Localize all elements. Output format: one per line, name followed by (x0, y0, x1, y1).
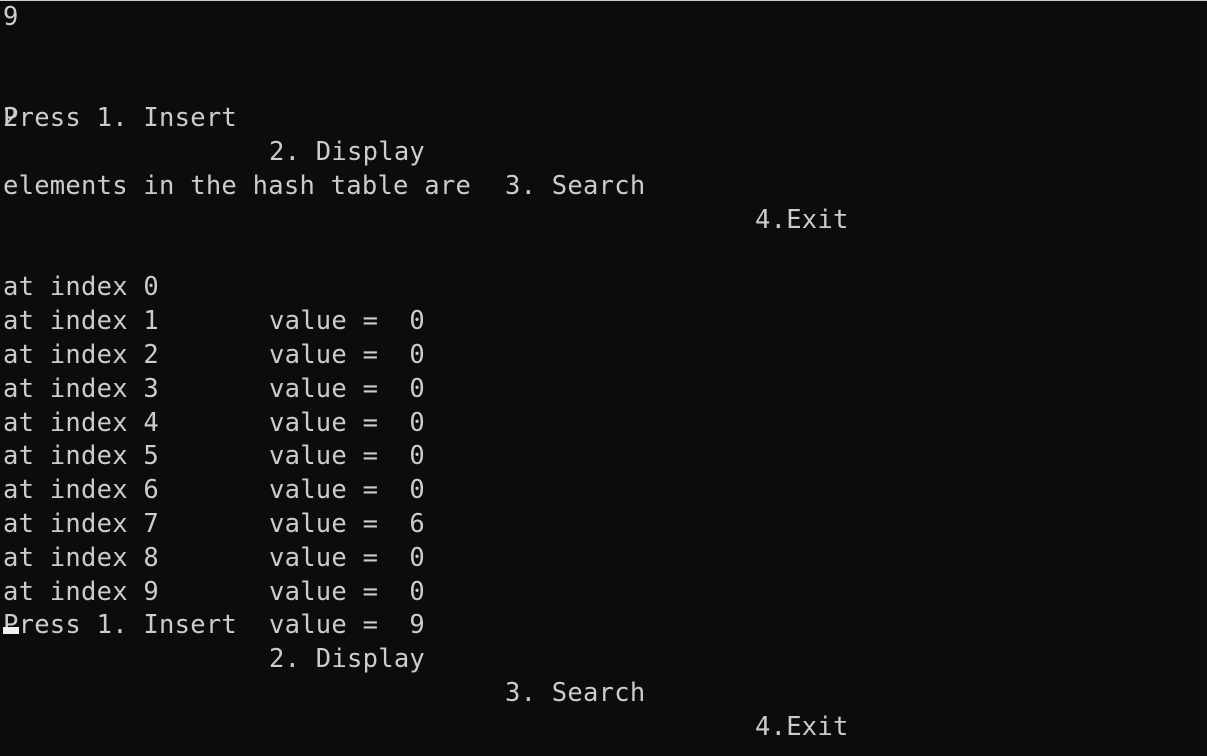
menu-exit-option: 4.Exit (755, 204, 849, 235)
menu-prompt: Press 1. Insert 2. Display 3. Search 4.E… (3, 69, 1207, 234)
menu-prompt: Press 1. Insert 2. Display 3. Search 4.E… (3, 576, 1207, 741)
menu-search-option: 3. Search (505, 677, 646, 708)
output-line: 9 (3, 2, 19, 32)
hash-table-row: at index 8 value = 0 (3, 508, 1207, 607)
hash-table-row: at index 4 value = 0 (3, 373, 1207, 472)
hash-table-row: at index 3 value = 0 (3, 339, 1207, 438)
menu-insert-option: Press 1. Insert (3, 103, 238, 134)
input-prompt-line[interactable] (3, 609, 1207, 643)
menu-search-option: 3. Search (505, 170, 646, 201)
hash-table-row: at index 1 value = 0 (3, 271, 1207, 370)
hash-table-row: at index 2 value = 0 (3, 305, 1207, 404)
hash-table-row: at index 6 value = 6 (3, 440, 1207, 539)
console-window[interactable]: 9 Press 1. Insert 2. Display 3. Search 4… (0, 0, 1207, 756)
hash-table-row: at index 5 value = 0 (3, 407, 1207, 505)
text-cursor (3, 627, 19, 635)
hash-table-row: at index 0 value = 0 (3, 238, 1207, 336)
hash-table-row: at index 7 value = 0 (3, 474, 1207, 573)
menu-exit-option: 4.Exit (755, 711, 849, 742)
menu-display-option: 2. Display (269, 644, 426, 675)
menu-display-option: 2. Display (269, 137, 426, 168)
hash-table-row: at index 9 value = 9 (3, 542, 1207, 641)
